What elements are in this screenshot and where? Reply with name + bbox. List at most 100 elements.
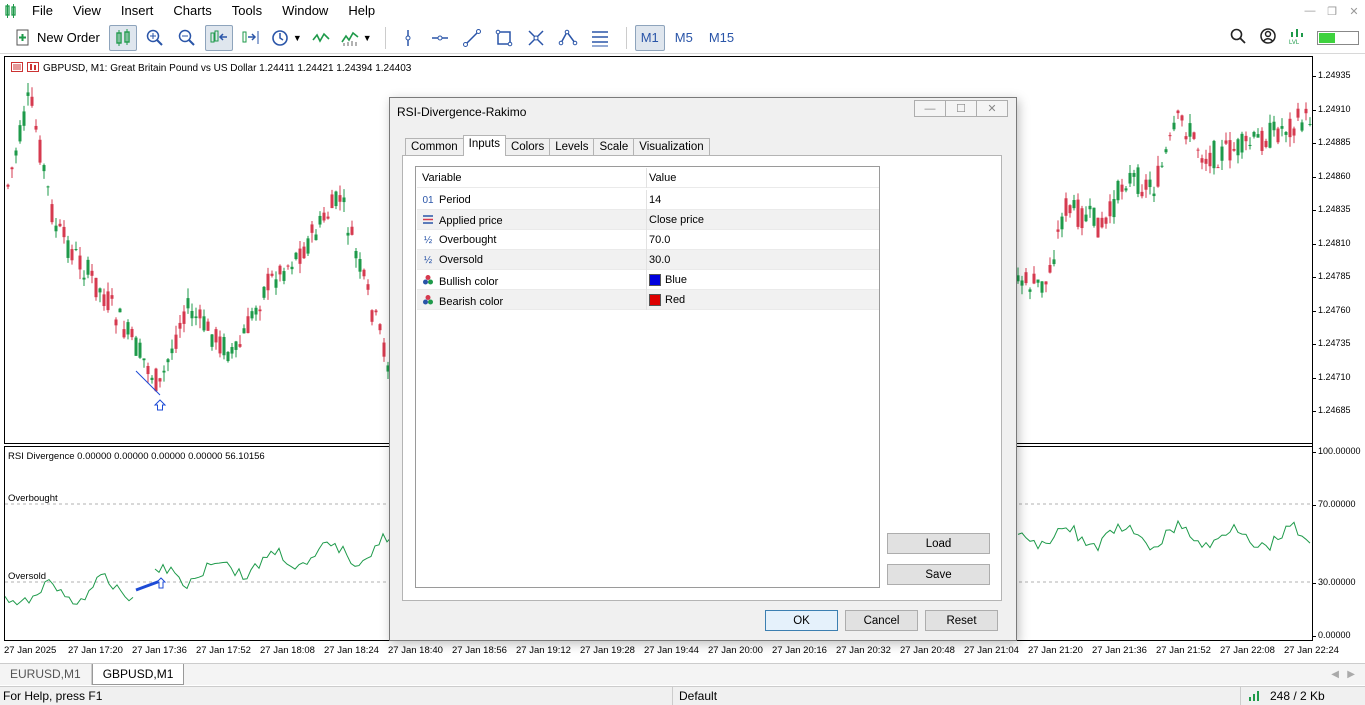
restore-icon[interactable]: ❐: [1321, 5, 1343, 18]
close-icon[interactable]: ✕: [1343, 5, 1365, 18]
dialog-close-icon[interactable]: ✕: [976, 100, 1008, 117]
reset-button[interactable]: Reset: [925, 610, 998, 631]
shapes-tool[interactable]: [490, 25, 518, 51]
dialog-tabs: Common Inputs Colors Levels Scale Visual…: [405, 135, 710, 156]
menu-charts[interactable]: Charts: [163, 0, 221, 22]
candle: [1104, 216, 1108, 229]
timeframe-m15-button[interactable]: M15: [703, 25, 740, 51]
time-axis-label: 27 Jan 21:04: [964, 645, 1019, 656]
menu-help[interactable]: Help: [338, 0, 385, 22]
time-axis-label: 27 Jan 18:08: [260, 645, 315, 656]
auto-scroll-button[interactable]: [204, 24, 233, 51]
candle: [1260, 127, 1264, 155]
candle: [222, 333, 226, 360]
search-icon[interactable]: [1229, 27, 1247, 48]
trend-line-tool[interactable]: [458, 25, 486, 51]
tab-common[interactable]: Common: [405, 138, 464, 156]
candle: [30, 87, 34, 108]
candle: [1108, 194, 1112, 224]
input-value-overbought[interactable]: 70.0: [649, 234, 670, 246]
time-axis-label: 27 Jan 21:20: [1028, 645, 1083, 656]
zoom-in-button[interactable]: [141, 25, 169, 51]
candle: [1240, 131, 1244, 159]
chart-shift-icon: [242, 30, 259, 44]
input-row-oversold[interactable]: ½ Oversold 30.0: [417, 250, 879, 270]
horizontal-line-tool[interactable]: [426, 25, 454, 51]
input-name: Bearish color: [439, 295, 504, 308]
menu-insert[interactable]: Insert: [111, 0, 164, 22]
candle: [366, 279, 370, 296]
menu-file[interactable]: File: [22, 0, 63, 22]
save-button[interactable]: Save: [887, 564, 990, 585]
candle: [178, 315, 182, 338]
candle: [162, 365, 166, 382]
traffic-icon: [1248, 689, 1262, 704]
tab-colors[interactable]: Colors: [504, 138, 551, 156]
signal-level-icon[interactable]: LVL: [1289, 27, 1305, 48]
chart-tab-eurusd[interactable]: EURUSD,M1: [0, 664, 92, 685]
candle: [322, 206, 326, 223]
bearish-color-label: Red: [665, 294, 686, 306]
candle: [1160, 161, 1164, 169]
status-help-text: For Help, press F1: [3, 689, 103, 703]
candle: [1084, 206, 1088, 223]
candle: [282, 267, 286, 285]
candle: [238, 335, 242, 348]
trend-line-icon: [462, 28, 481, 47]
input-value-period[interactable]: 14: [649, 194, 661, 206]
zoom-out-button[interactable]: [173, 25, 201, 51]
price-axis[interactable]: 1.24935 1.24910 1.24885 1.24860 1.24835 1.248…: [1312, 56, 1365, 641]
new-order-button[interactable]: New Order: [8, 25, 105, 51]
indicator-list-button[interactable]: ▼: [339, 25, 373, 51]
chart-tab-gbpusd[interactable]: GBPUSD,M1: [91, 664, 185, 685]
ok-button[interactable]: OK: [765, 610, 838, 631]
timeframe-m1-label: M1: [640, 30, 659, 45]
candle: [298, 241, 302, 274]
tab-scale[interactable]: Scale: [593, 138, 635, 156]
channels-tool[interactable]: [586, 25, 614, 51]
account-icon[interactable]: [1259, 27, 1277, 48]
tab-inputs[interactable]: Inputs: [462, 135, 506, 156]
candle: [1256, 128, 1260, 138]
menu-view[interactable]: View: [63, 0, 111, 22]
connection-strength-bar: [1317, 30, 1359, 45]
time-axis[interactable]: 27 Jan 2025 27 Jan 17:20 27 Jan 17:36 27 Ja…: [4, 641, 1339, 661]
chart-shift-button[interactable]: [237, 25, 265, 51]
tab-visualization[interactable]: Visualization: [633, 138, 710, 156]
menu-tools[interactable]: Tools: [222, 0, 272, 22]
terminal-window: File View Insert Charts Tools Window Hel…: [0, 0, 1365, 705]
timeframe-m5-button[interactable]: M5: [669, 25, 699, 51]
vertical-line-tool[interactable]: [394, 25, 422, 51]
tab-scroll-arrows-icon[interactable]: ◀ ▶: [1331, 664, 1365, 685]
dialog-minimize-icon[interactable]: —: [914, 100, 946, 117]
candle: [1036, 279, 1040, 288]
andrews-pitchfork-tool[interactable]: [554, 25, 582, 51]
candlestick-chart-button[interactable]: [108, 24, 137, 51]
cancel-button[interactable]: Cancel: [845, 610, 918, 631]
fibonacci-icon: [528, 29, 544, 46]
input-value-bearish-color[interactable]: Red: [649, 294, 685, 306]
candle: [106, 282, 110, 313]
fibonacci-tool[interactable]: [522, 25, 550, 51]
load-button[interactable]: Load: [887, 533, 990, 554]
input-row-applied-price[interactable]: Applied price Close price: [417, 210, 879, 230]
input-value-bullish-color[interactable]: Blue: [649, 274, 687, 286]
input-row-bearish-color[interactable]: Bearish color Red: [417, 290, 879, 310]
input-row-bullish-color[interactable]: Bullish color Blue: [417, 270, 879, 290]
candle: [46, 185, 50, 196]
candle: [18, 120, 22, 144]
chart-symbol-label: GBPUSD, M1: Great Britain Pound vs US Do…: [43, 63, 412, 74]
input-value-applied-price[interactable]: Close price: [649, 214, 704, 226]
menu-window[interactable]: Window: [272, 0, 338, 22]
minimize-icon[interactable]: —: [1299, 5, 1321, 18]
dialog-maximize-icon[interactable]: ☐: [945, 100, 977, 117]
tab-levels[interactable]: Levels: [549, 138, 595, 156]
indicators-button[interactable]: [307, 25, 335, 51]
inputs-grid: Variable Value 01 Period 14 Applied price…: [415, 166, 880, 588]
input-value-oversold[interactable]: 30.0: [649, 254, 670, 266]
input-row-overbought[interactable]: ½ Overbought 70.0: [417, 230, 879, 250]
timeframe-m1-button[interactable]: M1: [634, 24, 665, 51]
input-row-period[interactable]: 01 Period 14: [417, 190, 879, 210]
time-axis-label: 27 Jan 19:28: [580, 645, 635, 656]
periodicity-button[interactable]: ▼: [269, 25, 303, 51]
